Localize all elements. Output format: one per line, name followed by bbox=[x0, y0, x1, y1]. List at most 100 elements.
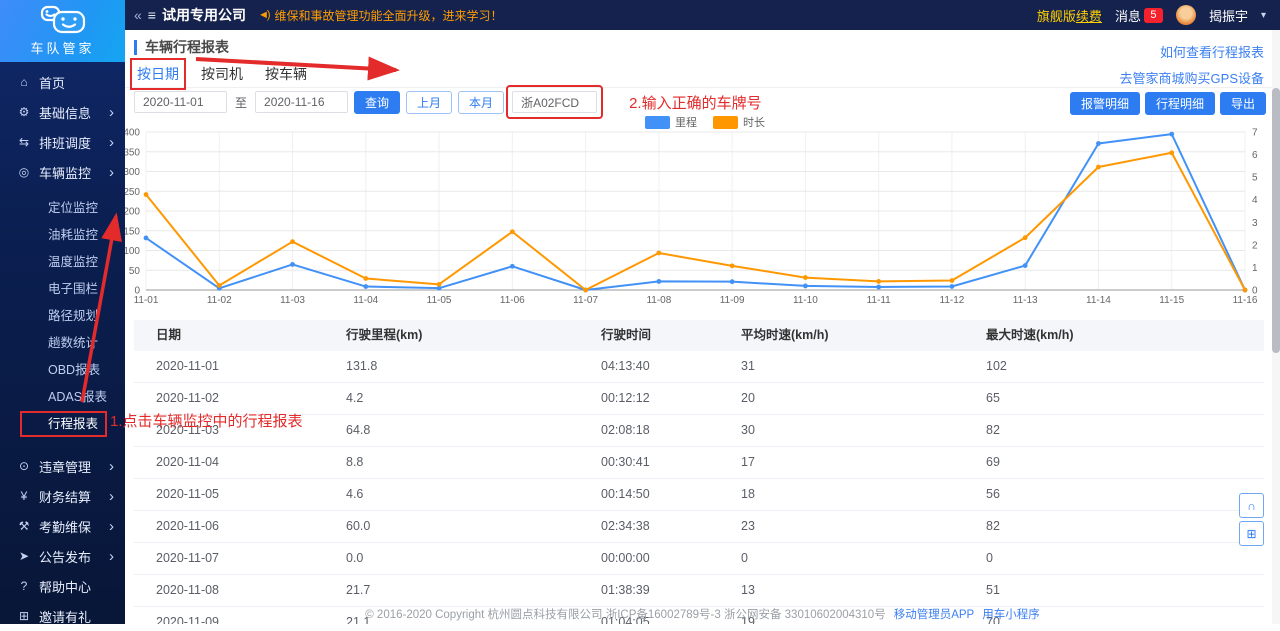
table-header-cell: 平均时速(km/h) bbox=[741, 328, 829, 342]
sidebar-subitem[interactable]: 路径规划 bbox=[0, 303, 125, 330]
export-button[interactable]: 导出 bbox=[1219, 92, 1266, 115]
footer: © 2016-2020 Copyright 杭州圆点科技有限公司 浙ICP备16… bbox=[125, 606, 1280, 622]
support-button[interactable]: ∩ bbox=[1239, 493, 1264, 518]
collapse-sidebar-icon[interactable]: « bbox=[134, 7, 142, 23]
table-cell: 02:34:38 bbox=[601, 519, 650, 533]
sidebar-subitem-trip-report[interactable]: 行程报表 bbox=[0, 411, 125, 438]
data-point bbox=[656, 279, 662, 284]
table-cell: 00:30:41 bbox=[601, 455, 650, 469]
caret-down-icon[interactable]: ▾ bbox=[1261, 10, 1266, 21]
right-axis-tick: 2 bbox=[1252, 240, 1258, 251]
renew-link[interactable]: 续费 bbox=[1076, 9, 1102, 24]
sidebar-subitem[interactable]: 温度监控 bbox=[0, 249, 125, 276]
tab-by-driver[interactable]: 按司机 bbox=[201, 64, 243, 84]
sidebar-item-help[interactable]: ? 帮助中心 bbox=[0, 571, 125, 601]
right-axis-tick: 5 bbox=[1252, 173, 1258, 184]
sidebar-item-scheduling[interactable]: ⇆ 排班调度 › bbox=[0, 127, 125, 157]
sidebar-subitem[interactable]: OBD报表 bbox=[0, 357, 125, 384]
data-point bbox=[1022, 263, 1028, 268]
table-row: 2020-11-02 4.2 00:12:12 20 65 bbox=[134, 383, 1264, 415]
sidebar-subitem[interactable]: 电子围栏 bbox=[0, 276, 125, 303]
announcement-text[interactable]: 维保和事故管理功能全面升级，进来学习！ bbox=[275, 7, 503, 24]
gift-button[interactable]: ⊞ bbox=[1239, 521, 1264, 546]
topbar: « ≡ 试用专用公司 ◄) 维保和事故管理功能全面升级，进来学习！ 旗舰版续费 … bbox=[125, 0, 1280, 30]
sidebar-subitem[interactable]: 定位监控 bbox=[0, 195, 125, 222]
sidebar-item-finance[interactable]: ¥ 财务结算 › bbox=[0, 481, 125, 511]
table-cell: 69 bbox=[986, 455, 1000, 469]
x-axis-tick: 11-01 bbox=[134, 295, 159, 306]
table-header-row: 日期 行驶里程(km) 行驶时间 平均时速(km/h) 最大时速(km/h) bbox=[134, 320, 1264, 351]
username[interactable]: 揭振宇 bbox=[1209, 6, 1248, 25]
table-row: 2020-11-03 64.8 02:08:18 30 82 bbox=[134, 415, 1264, 447]
sidebar-subitem[interactable]: 油耗监控 bbox=[0, 222, 125, 249]
sidebar-item-invite[interactable]: ⊞ 邀请有礼 bbox=[0, 601, 125, 631]
table-row: 2020-11-08 21.7 01:38:39 13 51 bbox=[134, 575, 1264, 607]
tab-by-vehicle[interactable]: 按车辆 bbox=[265, 64, 307, 84]
sidebar-submenu: 定位监控 油耗监控 温度监控 电子围栏 路径规划 趟数统计 OBD报表 ADAS报表 行程报表 bbox=[0, 187, 125, 446]
sidebar-item-label: 首页 bbox=[39, 75, 66, 91]
table-cell: 30 bbox=[741, 423, 755, 437]
footer-link[interactable]: 移动管理员APP bbox=[894, 609, 975, 621]
table-cell: 56 bbox=[986, 487, 1000, 501]
table-header-cell: 行驶里程(km) bbox=[346, 328, 423, 342]
annotation-step2-text: 2.输入正确的车牌号 bbox=[629, 94, 762, 112]
sidebar-item-label: 邀请有礼 bbox=[39, 609, 92, 625]
chevron-right-icon: › bbox=[109, 457, 114, 475]
table-cell: 4.6 bbox=[346, 487, 364, 501]
data-point bbox=[876, 279, 882, 284]
plate-input[interactable] bbox=[512, 91, 598, 113]
hamburger-icon[interactable]: ≡ bbox=[148, 7, 156, 23]
help-link[interactable]: 如何查看行程报表 bbox=[1160, 42, 1264, 61]
prev-month-button[interactable]: 上月 bbox=[406, 90, 453, 114]
table-cell: 00:12:12 bbox=[601, 391, 650, 405]
finance-icon: ¥ bbox=[20, 489, 28, 503]
sidebar: 车队管家 ⌂ 首页 ⚙ 基础信息 › ⇆ 排班调度 › ◎ 车辆监控 › 定位监控 油耗监控 温度监控电… bbox=[0, 0, 125, 625]
sidebar-item-announce[interactable]: ➤ 公告发布 › bbox=[0, 541, 125, 571]
data-point bbox=[949, 284, 955, 289]
chevron-right-icon: › bbox=[109, 163, 114, 181]
x-axis-tick: 11-08 bbox=[646, 295, 671, 306]
data-point bbox=[1096, 141, 1101, 146]
sidebar-item-basic-info[interactable]: ⚙ 基础信息 › bbox=[0, 97, 125, 127]
table-cell: 31 bbox=[741, 359, 755, 373]
table-cell: 2020-11-02 bbox=[156, 391, 220, 405]
trip-table: 日期 行驶里程(km) 行驶时间 平均时速(km/h) 最大时速(km/h) 2020-… bbox=[134, 320, 1264, 624]
sidebar-item-attendance[interactable]: ⚒ 考勤维保 › bbox=[0, 511, 125, 541]
left-axis-tick: 100 bbox=[125, 246, 140, 257]
footer-link[interactable]: 用车小程序 bbox=[982, 609, 1040, 621]
table-cell: 00:00:00 bbox=[601, 551, 650, 565]
table-cell: 2020-11-07 bbox=[156, 551, 220, 565]
sidebar-item-home[interactable]: ⌂ 首页 bbox=[0, 67, 125, 97]
sidebar-item-violation[interactable]: ⊙ 违章管理 › bbox=[0, 451, 125, 481]
alarm-detail-button[interactable]: 报警明细 bbox=[1069, 92, 1140, 115]
trip-detail-button[interactable]: 行程明细 bbox=[1144, 92, 1215, 115]
plan-renew-link[interactable]: 旗舰版续费 bbox=[1037, 6, 1102, 25]
range-separator: 至 bbox=[235, 95, 248, 110]
gps-shop-link[interactable]: 去管家商城购买GPS设备 bbox=[1120, 68, 1264, 87]
table-cell: 0 bbox=[741, 551, 748, 565]
table-cell: 2020-11-05 bbox=[156, 487, 220, 501]
data-point bbox=[583, 287, 588, 293]
x-axis-tick: 11-02 bbox=[207, 295, 232, 306]
sidebar-item-vehicle-monitor[interactable]: ◎ 车辆监控 › bbox=[0, 157, 125, 187]
company-switcher[interactable]: 试用专用公司 bbox=[162, 5, 246, 25]
data-point bbox=[803, 275, 808, 280]
messages-button[interactable]: 消息 5 bbox=[1115, 6, 1163, 25]
left-axis-tick: 150 bbox=[125, 226, 140, 237]
x-axis-tick: 11-07 bbox=[573, 295, 598, 306]
date-from-input[interactable] bbox=[134, 91, 227, 113]
this-month-button[interactable]: 本月 bbox=[458, 90, 505, 114]
sidebar-subitem[interactable]: 趟数统计 bbox=[0, 330, 125, 357]
sidebar-subitem[interactable]: ADAS报表 bbox=[0, 384, 125, 411]
scrollbar-thumb[interactable] bbox=[1272, 88, 1280, 353]
data-point bbox=[1096, 164, 1101, 170]
action-buttons: 报警明细 行程明细 导出 bbox=[1069, 92, 1266, 115]
date-to-input[interactable] bbox=[255, 91, 349, 113]
table-cell: 2020-11-08 bbox=[156, 583, 220, 597]
table-header-cell: 日期 bbox=[156, 328, 182, 342]
query-button[interactable]: 查询 bbox=[354, 90, 401, 114]
data-point bbox=[876, 284, 882, 290]
avatar[interactable] bbox=[1175, 5, 1196, 25]
tab-by-date[interactable]: 按日期 bbox=[130, 58, 186, 90]
table-cell: 102 bbox=[986, 359, 1007, 373]
